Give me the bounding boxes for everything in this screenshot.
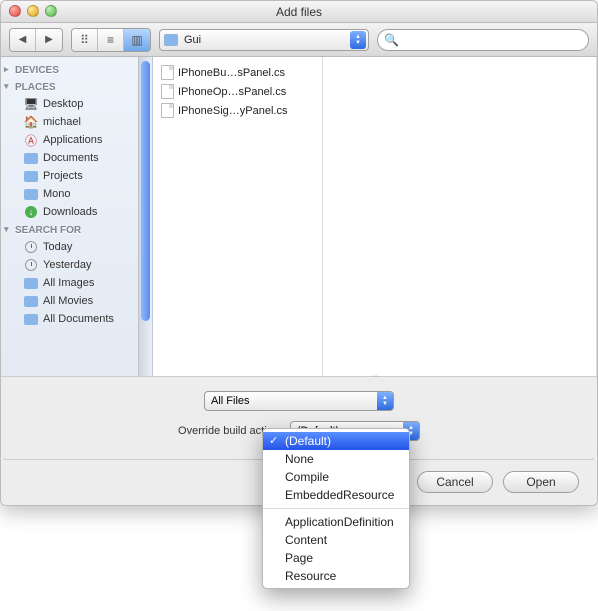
- folder-icon: [23, 312, 39, 326]
- chevron-updown-icon: ▲▼: [377, 392, 393, 410]
- dropdown-separator: [263, 508, 409, 509]
- file-filter-popup[interactable]: All Files ▲▼: [204, 391, 394, 411]
- file-row[interactable]: IPhoneSig…yPanel.cs: [153, 101, 322, 120]
- sidebar: DEVICES PLACES 🖥Desktop 🏠michael ⒶApplic…: [1, 57, 153, 376]
- sidebar-scrollbar[interactable]: [138, 57, 152, 376]
- path-label: Gui: [184, 34, 201, 46]
- forward-button[interactable]: ▶: [36, 29, 62, 51]
- search-icon: 🔍: [384, 33, 399, 47]
- open-button[interactable]: Open: [503, 471, 579, 493]
- forward-icon: ▶: [45, 34, 53, 45]
- desktop-icon: 🖥: [23, 97, 39, 111]
- path-popup[interactable]: Gui ▲▼: [159, 29, 369, 51]
- file-row[interactable]: IPhoneOp…sPanel.cs: [153, 82, 322, 101]
- column-view-button[interactable]: ▥: [124, 29, 150, 51]
- sidebar-item-all-images[interactable]: All Images: [1, 274, 152, 292]
- sidebar-item-documents[interactable]: Documents: [1, 149, 152, 167]
- sidebar-item-all-documents[interactable]: All Documents: [1, 310, 152, 328]
- window-title: Add files: [276, 5, 322, 19]
- back-icon: ◀: [19, 34, 27, 45]
- titlebar: Add files: [1, 1, 597, 23]
- dropdown-item-default[interactable]: (Default): [263, 432, 409, 450]
- sidebar-item-today[interactable]: Today: [1, 238, 152, 256]
- columns-icon: ▥: [131, 33, 142, 47]
- dropdown-item-content[interactable]: Content: [263, 531, 409, 549]
- folder-icon: [23, 276, 39, 290]
- dropdown-item-appdef[interactable]: ApplicationDefinition: [263, 513, 409, 531]
- sidebar-item-applications[interactable]: ⒶApplications: [1, 131, 152, 149]
- chevron-updown-icon: ▲▼: [350, 31, 366, 49]
- folder-icon: [23, 294, 39, 308]
- column-browser: IPhoneBu…sPanel.cs IPhoneOp…sPanel.cs IP…: [153, 57, 597, 376]
- list-view-button[interactable]: ≡: [98, 29, 124, 51]
- folder-icon: [23, 187, 39, 201]
- dropdown-item-page[interactable]: Page: [263, 549, 409, 567]
- apps-icon: Ⓐ: [23, 133, 39, 147]
- cancel-button[interactable]: Cancel: [417, 471, 493, 493]
- browser-body: DEVICES PLACES 🖥Desktop 🏠michael ⒶApplic…: [1, 57, 597, 377]
- zoom-button[interactable]: [45, 5, 57, 17]
- preview-column: [323, 57, 597, 376]
- close-button[interactable]: [9, 5, 21, 17]
- sidebar-item-all-movies[interactable]: All Movies: [1, 292, 152, 310]
- downloads-icon: ↓: [23, 205, 39, 219]
- document-icon: [161, 103, 174, 118]
- dropdown-item-embedded[interactable]: EmbeddedResource: [263, 486, 409, 504]
- sidebar-section-devices[interactable]: DEVICES: [1, 61, 152, 78]
- search-input[interactable]: [403, 34, 582, 46]
- minimize-button[interactable]: [27, 5, 39, 17]
- clock-icon: [23, 240, 39, 254]
- clock-icon: [23, 258, 39, 272]
- build-action-dropdown: (Default) None Compile EmbeddedResource …: [262, 428, 410, 589]
- sidebar-item-desktop[interactable]: 🖥Desktop: [1, 95, 152, 113]
- sidebar-item-projects[interactable]: Projects: [1, 167, 152, 185]
- sidebar-section-places[interactable]: PLACES: [1, 78, 152, 95]
- back-button[interactable]: ◀: [10, 29, 36, 51]
- sidebar-section-search[interactable]: SEARCH FOR: [1, 221, 152, 238]
- dropdown-item-resource[interactable]: Resource: [263, 567, 409, 585]
- file-column: IPhoneBu…sPanel.cs IPhoneOp…sPanel.cs IP…: [153, 57, 323, 376]
- sidebar-item-mono[interactable]: Mono: [1, 185, 152, 203]
- dropdown-item-compile[interactable]: Compile: [263, 468, 409, 486]
- traffic-lights: [9, 5, 57, 17]
- file-row[interactable]: IPhoneBu…sPanel.cs: [153, 63, 322, 82]
- toolbar: ◀ ▶ ⠿ ≡ ▥ Gui ▲▼ 🔍: [1, 23, 597, 57]
- sidebar-item-home[interactable]: 🏠michael: [1, 113, 152, 131]
- view-segment: ⠿ ≡ ▥: [71, 28, 151, 52]
- folder-icon: [164, 34, 178, 46]
- nav-segment: ◀ ▶: [9, 28, 63, 52]
- search-field-wrap[interactable]: 🔍: [377, 29, 589, 51]
- dropdown-item-none[interactable]: None: [263, 450, 409, 468]
- icon-view-button[interactable]: ⠿: [72, 29, 98, 51]
- filter-label: All Files: [211, 395, 250, 407]
- sidebar-item-yesterday[interactable]: Yesterday: [1, 256, 152, 274]
- scrollbar-thumb[interactable]: [141, 61, 150, 321]
- folder-icon: [23, 169, 39, 183]
- grid-icon: ⠿: [80, 33, 89, 47]
- document-icon: [161, 65, 174, 80]
- list-icon: ≡: [107, 33, 114, 47]
- document-icon: [161, 84, 174, 99]
- sidebar-item-downloads[interactable]: ↓Downloads: [1, 203, 152, 221]
- folder-icon: [23, 151, 39, 165]
- home-icon: 🏠: [23, 115, 39, 129]
